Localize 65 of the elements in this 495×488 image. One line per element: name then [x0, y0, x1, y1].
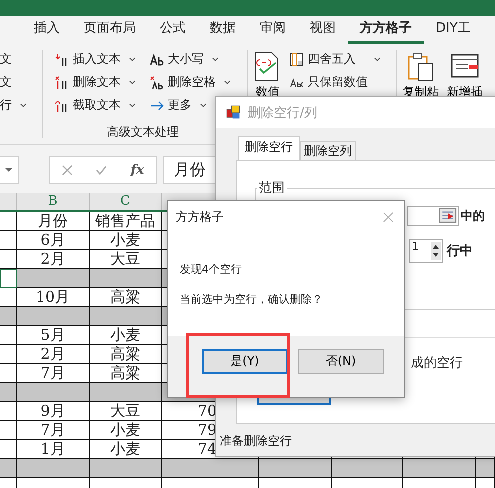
ribbon-command[interactable]: 插入文本: [55, 50, 136, 69]
table-cell: 月份: [17, 212, 90, 231]
ribbon-command[interactable]: 行: [0, 96, 38, 115]
table-cell: 高粱: [90, 345, 162, 364]
extract-text-icon: [55, 98, 69, 112]
table-cell: 2月: [17, 345, 90, 364]
ribbon-command[interactable]: 更多: [150, 96, 231, 115]
check-icon[interactable]: [96, 164, 108, 176]
dialog-tab[interactable]: 删除空行: [238, 136, 300, 160]
range-field[interactable]: [407, 206, 459, 226]
table-cell: 6月: [17, 231, 90, 250]
ribbon-tab[interactable]: 数据: [198, 16, 248, 44]
option-label: 成的空行: [411, 355, 463, 372]
close-icon[interactable]: [383, 212, 394, 223]
app-icon: [226, 104, 242, 120]
group-label: 范围: [257, 179, 287, 197]
ribbon-command[interactable]: 文: [0, 50, 38, 69]
range-picker-icon[interactable]: [439, 208, 457, 223]
table-cell: 小麦: [90, 421, 162, 440]
message-text: 发现4个空行: [180, 262, 242, 277]
ribbon-tab[interactable]: 方方格子: [348, 16, 424, 44]
table-cell: 小麦: [90, 231, 162, 250]
cancel-icon[interactable]: [62, 164, 73, 176]
case-icon: [150, 52, 164, 66]
message-text: 当前选中为空行，确认删除？: [180, 292, 323, 307]
table-cell: 5月: [17, 326, 90, 345]
table-icon: [290, 52, 304, 66]
table-cell: 销售产品: [90, 212, 162, 231]
ribbon-command[interactable]: 大小写: [150, 50, 231, 69]
ribbon-command[interactable]: 删除空格: [150, 73, 231, 92]
name-box[interactable]: [0, 156, 19, 184]
dialog-button[interactable]: 否(N): [298, 349, 384, 374]
ribbon-command[interactable]: 文: [0, 73, 38, 92]
trim-spaces-icon: [150, 76, 164, 90]
caret-icon: [5, 168, 13, 172]
ribbon-tab[interactable]: 页面布局: [72, 16, 148, 44]
ribbon-command[interactable]: 只保留数值: [290, 73, 381, 92]
table-cell: 小麦: [90, 326, 162, 345]
ribbon-command[interactable]: 四舍五入: [290, 50, 381, 69]
ribbon-tab[interactable]: 公式: [148, 16, 198, 44]
dialog-title: 删除空行/列: [248, 104, 318, 122]
column-header[interactable]: B: [17, 193, 90, 210]
arrow-icon: [150, 98, 164, 112]
table-cell: 7月: [17, 421, 90, 440]
ribbon-tab[interactable]: 插入: [22, 16, 72, 44]
insert-text-icon: [55, 52, 69, 66]
dialog-tab[interactable]: 删除空列: [300, 141, 356, 160]
ribbon-command[interactable]: 截取文本: [55, 96, 136, 115]
delete-text-icon: [55, 76, 69, 90]
insert-function-button[interactable]: fx: [130, 162, 144, 178]
column-header[interactable]: C: [90, 193, 162, 210]
group-label: 高级文本处理: [107, 124, 179, 141]
ribbon-command[interactable]: 删除文本: [55, 73, 136, 92]
table-cell: 大豆: [90, 402, 162, 421]
ribbon-tab[interactable]: 审阅: [248, 16, 298, 44]
message-title: 方方格子: [176, 209, 224, 226]
spinner-arrows-icon[interactable]: [431, 241, 441, 261]
ribbon-tab[interactable]: DIY工: [424, 16, 483, 44]
spin-field[interactable]: 1: [409, 239, 443, 263]
clipboard-icon: [407, 52, 435, 82]
ribbon-tab[interactable]: 视图: [298, 16, 348, 44]
spin-label: 行中: [447, 243, 473, 260]
range-label: 中的: [461, 208, 485, 225]
dialog-button[interactable]: 是(Y): [202, 349, 288, 374]
table-cell: 9月: [17, 402, 90, 421]
